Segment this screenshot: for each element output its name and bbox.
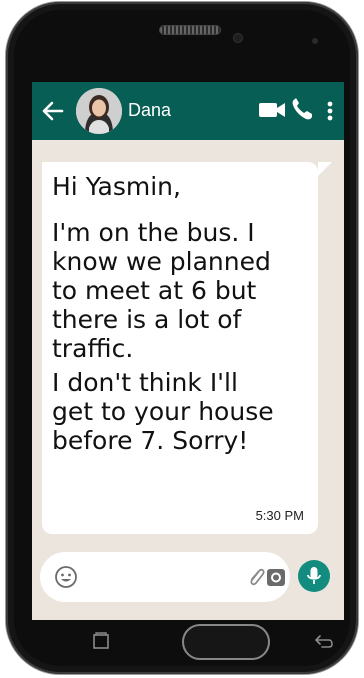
mic-button[interactable] (298, 560, 330, 592)
back-arrow-icon[interactable] (40, 96, 66, 126)
phone-call-icon[interactable] (291, 97, 313, 121)
emoji-icon[interactable] (54, 565, 78, 589)
contact-avatar[interactable] (76, 88, 122, 134)
more-options-icon[interactable] (326, 99, 334, 123)
message-greeting: Hi Yasmin, (52, 172, 181, 201)
message-timestamp: 5:30 PM (255, 508, 304, 523)
back-key-icon[interactable] (312, 632, 334, 650)
message-paragraph-2: I don't think I'll get to your house bef… (52, 368, 274, 455)
video-call-icon[interactable] (258, 100, 286, 120)
contact-name[interactable]: Dana (128, 100, 171, 121)
chat-header: Dana (32, 82, 344, 140)
home-button[interactable] (182, 624, 270, 660)
mic-icon (307, 567, 321, 584)
bubble-tail (318, 162, 332, 176)
device-nav-bar (32, 620, 344, 670)
chat-screen: Dana Hi Yasmin, I'm on the bus. I know w… (32, 82, 344, 620)
proximity-sensor (312, 38, 318, 44)
incoming-message-bubble[interactable]: Hi Yasmin, I'm on the bus. I know we pla… (42, 162, 318, 534)
paperclip-icon[interactable] (246, 564, 266, 590)
message-composer[interactable] (40, 552, 290, 602)
avatar-portrait (76, 88, 122, 134)
recent-apps-icon[interactable] (92, 632, 110, 650)
camera-icon[interactable] (266, 566, 286, 588)
earpiece-speaker (160, 26, 220, 34)
front-camera (234, 34, 242, 42)
message-paragraph-1: I'm on the bus. I know we planned to mee… (52, 218, 271, 363)
